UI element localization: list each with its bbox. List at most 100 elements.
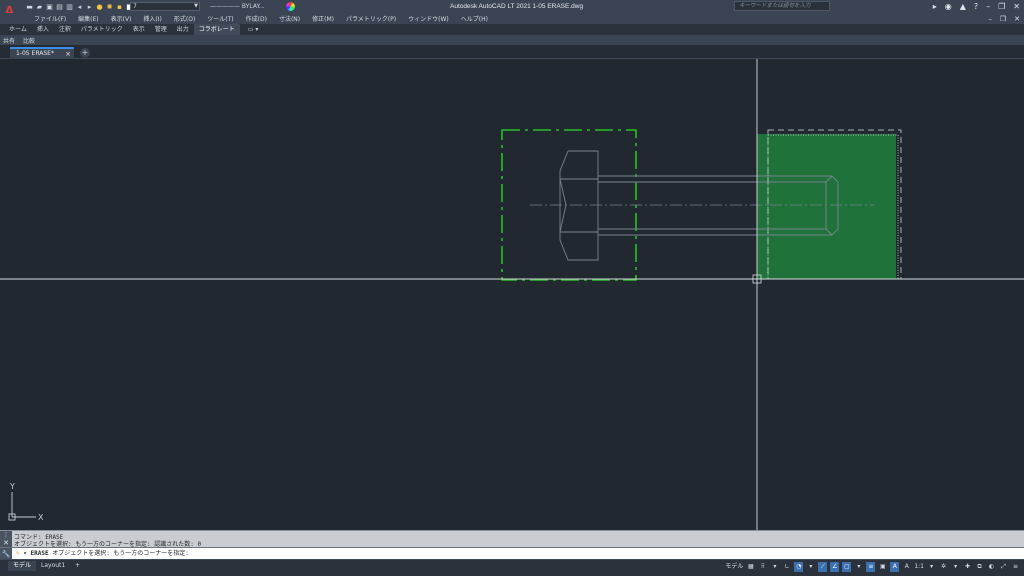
model-space-label[interactable]: モデル xyxy=(725,562,743,572)
search-icon[interactable]: ▸ xyxy=(933,2,937,11)
tab-collaborate[interactable]: コラボレート xyxy=(193,24,240,35)
title-right-controls: ▸ ◉ ▲ ? – ❐ ✕ xyxy=(933,0,1020,13)
menu-format[interactable]: 形式(O) xyxy=(168,14,201,23)
layout-tab-layout1[interactable]: Layout1 xyxy=(36,561,70,571)
isodraft-icon[interactable]: ⟋ xyxy=(818,562,828,572)
search-input[interactable]: キーワードまたは語句を入力 xyxy=(734,1,830,11)
layer-value: 7 xyxy=(133,3,137,10)
user-icon[interactable]: ◉ xyxy=(945,2,952,11)
tab-annotate[interactable]: 注釈 xyxy=(54,24,76,35)
chevron-down-icon[interactable]: ▾ xyxy=(770,562,779,572)
drawing-canvas[interactable]: Y X xyxy=(0,59,1024,530)
tab-insert[interactable]: 挿入 xyxy=(32,24,54,35)
doc-restore-icon[interactable]: ❐ xyxy=(1000,15,1006,23)
saveas-icon[interactable]: ▤ xyxy=(55,2,64,11)
open-icon[interactable]: ▰ xyxy=(35,2,44,11)
quick-access-toolbar: ▬ ▰ ▣ ▤ ▥ ◂ ▸ ● ✺ ▪ ■ xyxy=(25,1,134,12)
close-icon[interactable]: ✕ xyxy=(1013,2,1020,11)
new-tab-button[interactable]: + xyxy=(80,48,90,58)
undo-icon[interactable]: ◂ xyxy=(75,2,84,11)
pencil-icon: ✎ xyxy=(16,550,20,557)
doc-minimize-icon[interactable]: – xyxy=(988,15,992,23)
menu-view[interactable]: 表示(V) xyxy=(105,14,138,23)
help-icon[interactable]: ? xyxy=(974,2,978,11)
ortho-icon[interactable]: ∟ xyxy=(782,562,791,572)
file-tab[interactable]: 1-05 ERASE* × xyxy=(10,47,74,59)
redo-icon[interactable]: ▸ xyxy=(85,2,94,11)
gear-icon[interactable]: ✲ xyxy=(939,562,948,572)
prompt-arrow-icon: ▾ xyxy=(23,550,27,557)
menu-insert[interactable]: 挿入(I) xyxy=(137,14,167,23)
title-bar: A ▬ ▰ ▣ ▤ ▥ ◂ ▸ ● ✺ ▪ ■ 7 ▼ ————— BYLAY.… xyxy=(0,0,1024,20)
plus-icon[interactable]: ✚ xyxy=(963,562,972,572)
object-snap-tracking-icon[interactable]: ∠ xyxy=(830,562,840,572)
share-button[interactable]: 共有 xyxy=(3,36,15,45)
grid-icon[interactable]: ▦ xyxy=(746,562,755,572)
menu-modify[interactable]: 修正(M) xyxy=(306,14,340,23)
menu-tools[interactable]: ツール(T) xyxy=(201,14,239,23)
ribbon-panel: 共有 比較 xyxy=(0,35,1024,45)
minimize-icon[interactable]: – xyxy=(986,2,990,11)
linetype-dropdown[interactable]: ————— BYLAY... xyxy=(210,2,282,11)
ucs-icon xyxy=(8,492,36,521)
lock-icon[interactable]: ▪ xyxy=(115,2,124,11)
workspace-icon[interactable]: ⧉ xyxy=(975,562,984,572)
ribbon-display-toggle[interactable]: ▭ ▾ xyxy=(248,26,259,33)
sun-icon[interactable]: ✺ xyxy=(105,2,114,11)
tab-parametric[interactable]: パラメトリック xyxy=(76,24,128,35)
tab-manage[interactable]: 管理 xyxy=(150,24,172,35)
chevron-down-icon[interactable]: ▾ xyxy=(806,562,815,572)
command-prompt[interactable]: ✎ ▾ ERASE オブジェクトを選択: もう一方のコーナーを指定: xyxy=(16,549,189,559)
layout-tab-model[interactable]: モデル xyxy=(8,561,37,571)
annotation-scale[interactable]: 1:1 xyxy=(914,562,924,572)
menu-window[interactable]: ウィンドウ(W) xyxy=(402,14,455,23)
annotation-visibility-icon[interactable]: A xyxy=(890,562,900,572)
layer-dropdown[interactable]: 7 ▼ xyxy=(130,2,200,11)
restore-icon[interactable]: ❐ xyxy=(998,2,1005,11)
customize-icon[interactable]: ≡ xyxy=(1011,562,1020,572)
command-history: ⋮ ✕ コマンド: ERASE オブジェクトを選択: もう一方のコーナーを指定: … xyxy=(0,530,1024,548)
polar-icon[interactable]: ◔ xyxy=(794,562,804,572)
menu-bar: ファイル(F) 編集(E) 表示(V) 挿入(I) 形式(O) ツール(T) 作… xyxy=(0,13,1024,24)
tab-view[interactable]: 表示 xyxy=(128,24,150,35)
ribbon-tabs: ホーム 挿入 注釈 パラメトリック 表示 管理 出力 コラボレート ▭ ▾ xyxy=(0,24,1024,35)
isolate-objects-icon[interactable]: ◐ xyxy=(987,562,996,572)
menu-file[interactable]: ファイル(F) xyxy=(28,14,72,23)
menu-edit[interactable]: 編集(E) xyxy=(72,14,104,23)
new-icon[interactable]: ▬ xyxy=(25,2,34,11)
transparency-icon[interactable]: ▣ xyxy=(878,562,887,572)
compare-button[interactable]: 比較 xyxy=(23,36,35,45)
color-wheel-icon[interactable] xyxy=(286,2,295,11)
object-snap-icon[interactable]: ▢ xyxy=(842,562,852,572)
drawing-svg: Y X xyxy=(0,59,1024,530)
snap-icon[interactable]: ⠿ xyxy=(758,562,767,572)
tab-home[interactable]: ホーム xyxy=(4,24,32,35)
command-line[interactable]: 🔧 ✎ ▾ ERASE オブジェクトを選択: もう一方のコーナーを指定: xyxy=(0,547,1024,560)
command-grip-icon[interactable]: ⋮ ✕ xyxy=(0,531,12,548)
menu-parametric[interactable]: パラメトリック(P) xyxy=(340,14,402,23)
chevron-down-icon: ▼ xyxy=(194,3,198,9)
doc-close-icon[interactable]: ✕ xyxy=(1014,15,1020,23)
close-tab-icon[interactable]: × xyxy=(65,49,71,59)
layer-on-icon[interactable]: ● xyxy=(95,2,104,11)
fullscreen-icon[interactable]: ⤢ xyxy=(999,562,1008,572)
chevron-down-icon[interactable]: ▾ xyxy=(951,562,960,572)
menu-help[interactable]: ヘルプ(H) xyxy=(455,14,494,23)
auto-scale-icon[interactable]: A xyxy=(902,562,911,572)
chevron-down-icon[interactable]: ▾ xyxy=(927,562,936,572)
lineweight-icon[interactable]: ≡ xyxy=(866,562,876,572)
print-icon[interactable]: ▥ xyxy=(65,2,74,11)
app-store-icon[interactable]: ▲ xyxy=(960,2,966,11)
file-tab-label: 1-05 ERASE* xyxy=(16,50,54,57)
window-title: Autodesk AutoCAD LT 2021 1-05 ERASE.dwg xyxy=(450,3,584,10)
add-layout-button[interactable]: + xyxy=(70,561,85,571)
save-icon[interactable]: ▣ xyxy=(45,2,54,11)
status-bar: モデル Layout1 + モデル ▦ ⠿ ▾ ∟ ◔ ▾ ⟋ ∠ ▢ ▾ ≡ … xyxy=(0,559,1024,576)
ucs-x-label: X xyxy=(38,513,44,522)
chevron-down-icon[interactable]: ▾ xyxy=(854,562,863,572)
status-toggles: モデル ▦ ⠿ ▾ ∟ ◔ ▾ ⟋ ∠ ▢ ▾ ≡ ▣ A A 1:1 ▾ ✲ … xyxy=(725,561,1020,573)
menu-draw[interactable]: 作成(D) xyxy=(240,14,273,23)
drawing-window-controls: – ❐ ✕ xyxy=(988,13,1020,24)
menu-dimension[interactable]: 寸法(N) xyxy=(273,14,306,23)
tab-output[interactable]: 出力 xyxy=(172,24,194,35)
